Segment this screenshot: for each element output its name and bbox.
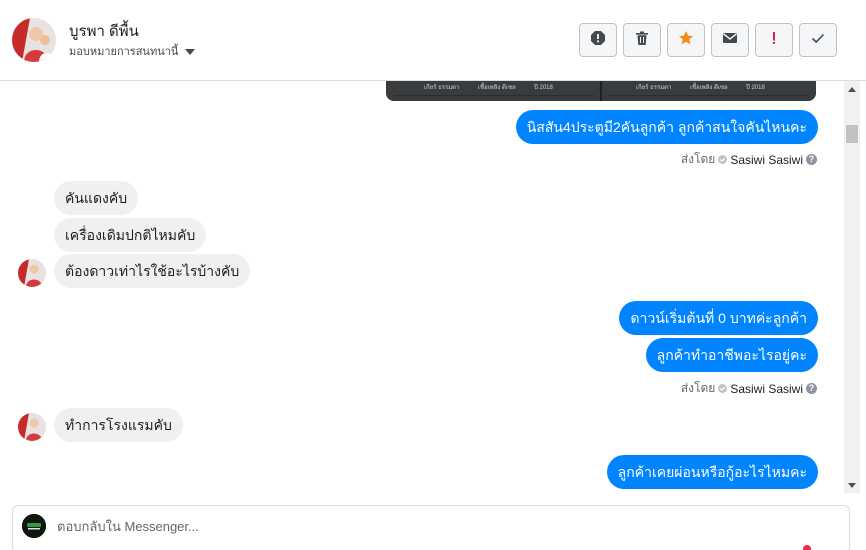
- page-logo: [22, 514, 46, 538]
- star-icon: [678, 30, 694, 51]
- image-caption: ปี 2018: [534, 85, 553, 91]
- thread-scrollbar[interactable]: [844, 81, 860, 493]
- contact-avatar: [18, 413, 46, 441]
- scroll-down-arrow[interactable]: [844, 477, 860, 493]
- message-outgoing[interactable]: นิสสัน4ประตูมี2คันลูกค้า ลูกค้าสนใจคันไห…: [515, 110, 818, 144]
- message-thread[interactable]: เกียร์ ธรรมดา เชื้อเพลิง ดีเซล ปี 2018 เ…: [0, 81, 844, 493]
- sent-by-label: ส่งโดย Sasiwi Sasiwi ?: [681, 150, 817, 169]
- avatar[interactable]: [12, 18, 56, 62]
- image-caption: เชื้อเพลิง ดีเซล: [478, 85, 516, 91]
- reply-input[interactable]: [57, 514, 757, 538]
- caret-down-icon: [185, 48, 196, 55]
- conversation-header: บูรพา ดีพื้น มอบหมายการสนทนานี้: [0, 0, 866, 81]
- scroll-up-arrow[interactable]: [844, 81, 860, 97]
- star-button[interactable]: [667, 23, 705, 57]
- help-icon[interactable]: ?: [806, 154, 817, 165]
- mark-unread-button[interactable]: [711, 23, 749, 57]
- message-incoming[interactable]: คันแดงคับ: [54, 181, 139, 215]
- image-caption: ปี 2018: [746, 85, 765, 91]
- message-incoming[interactable]: เครื่องเดิมปกติไหมคับ: [54, 218, 207, 252]
- message-incoming[interactable]: ต้องดาวเท่าไรใช้อะไรบ้างคับ: [54, 254, 251, 288]
- mark-done-button[interactable]: [799, 23, 837, 57]
- image-caption: เกียร์ ธรรมดา: [636, 85, 672, 91]
- notification-dot: [803, 545, 811, 550]
- message-outgoing[interactable]: ลูกค้าทำอาชีพอะไรอยู่คะ: [645, 338, 818, 372]
- scroll-thumb[interactable]: [846, 125, 858, 143]
- message-outgoing[interactable]: ดาวน์เริ่มต้นที่ 0 บาทค่ะลูกค้า: [619, 301, 818, 335]
- image-caption: เชื้อเพลิง ดีเซล: [690, 85, 728, 91]
- check-circle-icon: [718, 384, 728, 393]
- check-icon: [810, 30, 826, 51]
- image-caption: เกียร์ ธรรมดา: [424, 85, 460, 91]
- messenger-conversation: บูรพา ดีพื้น มอบหมายการสนทนานี้ เกียร์ ธ…: [0, 0, 866, 550]
- sent-by-prefix: ส่งโดย: [680, 381, 716, 395]
- message-incoming[interactable]: ทำการโรงแรมคับ: [54, 408, 183, 442]
- contact-avatar: [18, 259, 46, 287]
- trash-icon: [634, 30, 650, 51]
- contact-name: บูรพา ดีพื้น: [69, 23, 139, 40]
- delete-button[interactable]: [623, 23, 661, 57]
- check-circle-icon: [718, 155, 728, 164]
- help-icon[interactable]: ?: [806, 383, 817, 394]
- sender-name: Sasiwi Sasiwi: [730, 381, 803, 396]
- sender-name: Sasiwi Sasiwi: [730, 152, 803, 167]
- reply-composer: [12, 505, 850, 550]
- mark-spam-button[interactable]: [579, 23, 617, 57]
- mail-icon: [722, 30, 738, 51]
- sent-by-prefix: ส่งโดย: [680, 152, 716, 166]
- message-outgoing[interactable]: ลูกค้าเคยผ่อนหรือกู้อะไรไหมคะ: [606, 455, 818, 489]
- conversation-actions-toolbar: [579, 23, 837, 57]
- follow-up-button[interactable]: [755, 23, 793, 57]
- vehicle-image-attachment[interactable]: เกียร์ ธรรมดา เชื้อเพลิง ดีเซล ปี 2018 เ…: [386, 81, 816, 101]
- spam-icon: [590, 30, 606, 51]
- assign-label: มอบหมายการสนทนานี้: [69, 46, 179, 58]
- exclamation-icon: [766, 30, 782, 51]
- sent-by-label: ส่งโดย Sasiwi Sasiwi ?: [681, 379, 817, 398]
- assign-conversation-dropdown[interactable]: มอบหมายการสนทนานี้: [69, 42, 196, 60]
